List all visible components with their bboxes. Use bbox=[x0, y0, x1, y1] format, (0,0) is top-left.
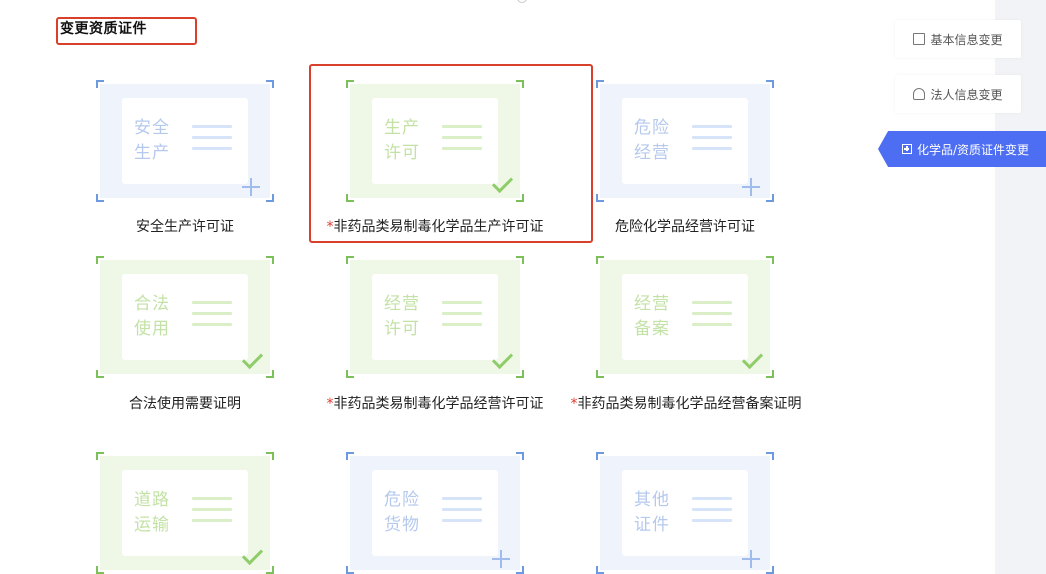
certificate-card: 生产 许可 bbox=[372, 98, 498, 184]
certificate-card: 危险 货物 bbox=[372, 470, 498, 556]
document-icon bbox=[913, 33, 926, 45]
side-nav-legal-person[interactable]: 法人信息变更 bbox=[895, 75, 1021, 113]
certificate-card: 安全 生产 bbox=[122, 98, 248, 184]
section-title: 变更资质证件 bbox=[60, 21, 147, 37]
plus-icon[interactable] bbox=[742, 550, 760, 568]
tile-hazardous-business[interactable]: 危险 经营 bbox=[596, 80, 774, 202]
top-indicator bbox=[517, 0, 527, 3]
tile-safety-production[interactable]: 安全 生产 bbox=[96, 80, 274, 202]
certificate-card: 道路 运输 bbox=[122, 470, 248, 556]
plus-icon[interactable] bbox=[492, 550, 510, 568]
certificate-card: 其他 证件 bbox=[622, 470, 748, 556]
tile-other-certificates[interactable]: 其他 证件 bbox=[596, 452, 774, 574]
caption-business-filing: *非药品类易制毒化学品经营备案证明 bbox=[570, 396, 802, 412]
certificate-card: 合法 使用 bbox=[122, 274, 248, 360]
caption-legal-use: 合法使用需要证明 bbox=[129, 396, 241, 412]
plus-icon[interactable] bbox=[742, 178, 760, 196]
tile-business-license[interactable]: 经营 许可 bbox=[346, 256, 524, 378]
plus-square-icon bbox=[902, 144, 912, 154]
plus-icon[interactable] bbox=[242, 178, 260, 196]
side-nav-basic-info[interactable]: 基本信息变更 bbox=[895, 20, 1021, 58]
side-nav-chemical-cert[interactable]: 化学品/资质证件变更 bbox=[878, 131, 1046, 167]
certificate-card: 危险 经营 bbox=[622, 98, 748, 184]
caption-safety-production: 安全生产许可证 bbox=[136, 219, 234, 235]
tile-legal-use[interactable]: 合法 使用 bbox=[96, 256, 274, 378]
tile-road-transport[interactable]: 道路 运输 bbox=[96, 452, 274, 574]
tile-business-filing[interactable]: 经营 备案 bbox=[596, 256, 774, 378]
certificate-card: 经营 许可 bbox=[372, 274, 498, 360]
caption-production-license: *非药品类易制毒化学品生产许可证 bbox=[326, 219, 544, 235]
tile-production-license[interactable]: 生产 许可 bbox=[346, 80, 524, 202]
caption-business-license: *非药品类易制毒化学品经营许可证 bbox=[326, 396, 544, 412]
caption-hazardous-business: 危险化学品经营许可证 bbox=[615, 219, 755, 235]
tile-dangerous-goods[interactable]: 危险 货物 bbox=[346, 452, 524, 574]
user-icon bbox=[913, 88, 926, 100]
certificate-card: 经营 备案 bbox=[622, 274, 748, 360]
